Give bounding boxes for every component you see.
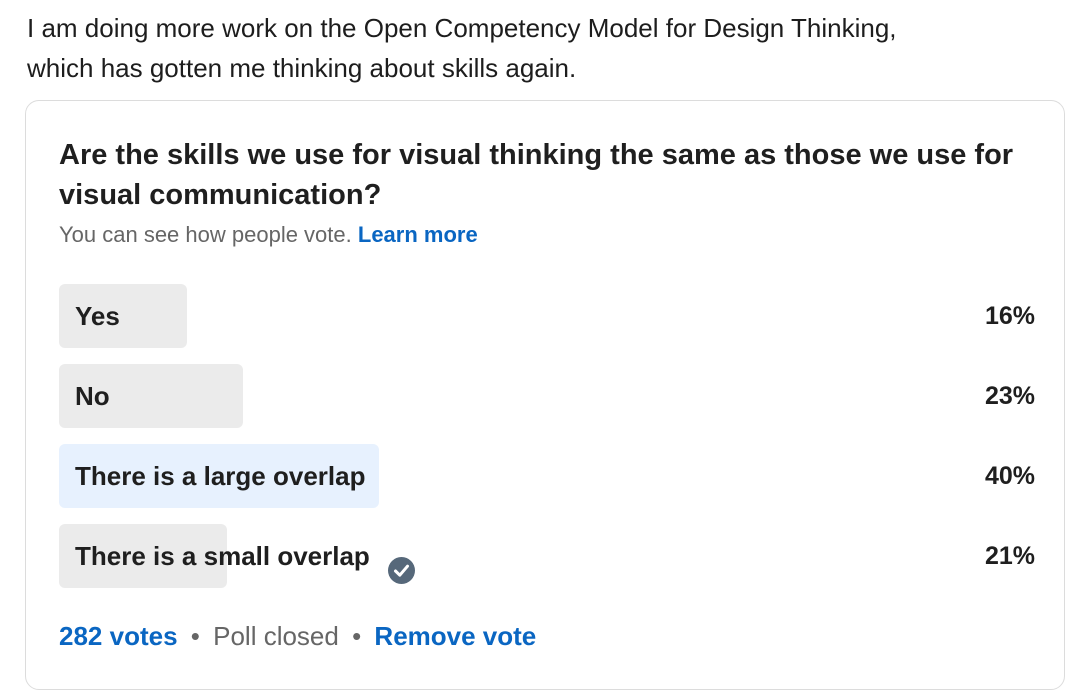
check-circle-icon: [387, 543, 415, 584]
poll-option-yes[interactable]: Yes 16%: [59, 284, 1035, 348]
poll-option-label-wrap: There is a small overlap: [75, 524, 415, 588]
poll-option-percent: 16%: [984, 302, 1035, 330]
poll-visibility-note: You can see how people vote. Learn more: [59, 222, 478, 248]
poll-question: Are the skills we use for visual thinkin…: [59, 139, 1014, 211]
post-text-line-2: which has gotten me thinking about skill…: [27, 53, 577, 83]
poll-option-percent: 23%: [984, 382, 1035, 410]
poll-option-no[interactable]: No 23%: [59, 364, 1035, 428]
poll-card: Are the skills we use for visual thinkin…: [25, 100, 1065, 690]
votes-count-link[interactable]: 282 votes: [59, 621, 178, 651]
poll-option-small-overlap[interactable]: There is a small overlap 21%: [59, 524, 1035, 588]
poll-option-label: There is a large overlap: [75, 461, 366, 491]
learn-more-link[interactable]: Learn more: [358, 222, 478, 247]
post-text-line-1: I am doing more work on the Open Compete…: [27, 13, 897, 43]
poll-visibility-text: You can see how people vote.: [59, 222, 352, 247]
footer-separator: •: [190, 621, 200, 651]
poll-option-percent: 21%: [984, 542, 1035, 570]
poll-option-label: There is a small overlap: [75, 541, 370, 571]
post-text: I am doing more work on the Open Compete…: [27, 8, 1067, 88]
poll-option-large-overlap[interactable]: There is a large overlap 40%: [59, 444, 1035, 508]
remove-vote-link[interactable]: Remove vote: [374, 621, 536, 651]
poll-option-label: No: [75, 381, 110, 411]
poll-status: Poll closed: [213, 621, 339, 651]
poll-option-percent: 40%: [984, 462, 1035, 490]
footer-separator: •: [352, 621, 362, 651]
poll-option-label: Yes: [75, 301, 120, 331]
poll-footer: 282 votes • Poll closed • Remove vote: [59, 621, 536, 652]
